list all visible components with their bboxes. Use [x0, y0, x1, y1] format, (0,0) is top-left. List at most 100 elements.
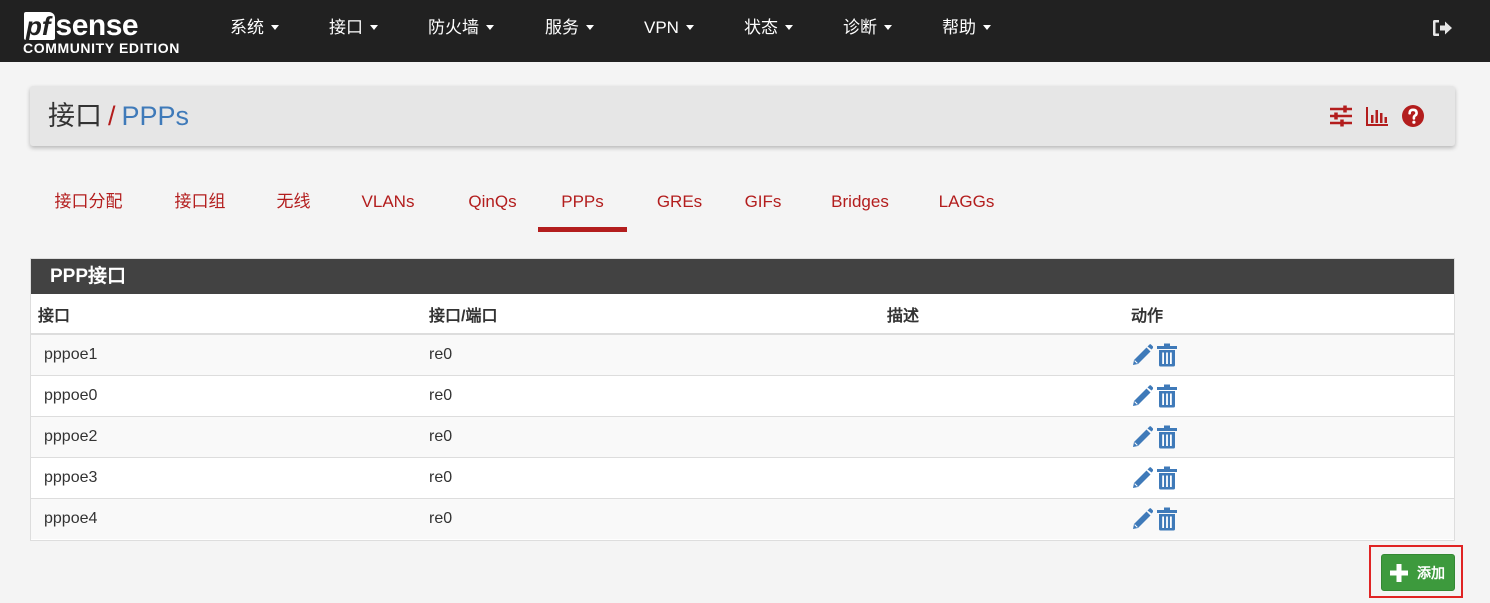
port-cell: re0 [429, 509, 453, 527]
trash-icon [1156, 343, 1178, 371]
port-cell: re0 [422, 457, 880, 499]
port-cell: re0 [422, 334, 880, 376]
caret-down-icon [271, 25, 279, 30]
table-header-row: 接口 接口/端口 描述 动作 [31, 294, 1454, 335]
description-cell [880, 375, 1124, 417]
table-row: pppoe1 re0 [31, 334, 1454, 376]
nav-menu-vpn[interactable]: VPN [644, 0, 694, 62]
add-button-label: 添加 [1417, 564, 1445, 581]
logo-sense: sense [55, 9, 139, 42]
interface-cell: pppoe3 [31, 457, 422, 499]
top-navbar: pf sense COMMUNITY EDITION 系统 接口 防火墙 服务 V… [0, 0, 1490, 62]
port-cell: re0 [422, 416, 880, 458]
tab-wireless[interactable]: 无线 [263, 170, 324, 232]
nav-menu-interfaces[interactable]: 接口 [329, 0, 378, 62]
table-row: pppoe0 re0 [31, 375, 1454, 417]
edit-button[interactable] [1131, 466, 1154, 490]
nav-menu-label: 防火墙 [428, 18, 479, 37]
tab-qinqs[interactable]: QinQs [452, 170, 533, 232]
edition-label: COMMUNITY EDITION [23, 40, 180, 56]
breadcrumb-root[interactable]: 接口 [48, 101, 102, 131]
help-icon [1402, 105, 1424, 127]
description-cell [880, 498, 1124, 539]
tab-interface-groups[interactable]: 接口组 [160, 170, 240, 232]
caret-down-icon [785, 25, 793, 30]
nav-menu-diagnostics[interactable]: 诊断 [843, 0, 892, 62]
edit-button[interactable] [1131, 384, 1154, 408]
pencil-icon [1131, 425, 1154, 453]
nav-menu-label: VPN [644, 18, 679, 37]
add-button[interactable]: 添加 [1381, 554, 1455, 591]
tab-bridges[interactable]: Bridges [815, 170, 905, 232]
nav-menu-label: 诊断 [843, 18, 877, 37]
nav-menu-firewall[interactable]: 防火墙 [428, 0, 494, 62]
interface-tabs: 接口分配 接口组 无线 VLANs QinQs PPPs GREs GIFs B… [30, 170, 1455, 234]
tab-laggs[interactable]: LAGGs [925, 170, 1008, 232]
tab-interface-assignments[interactable]: 接口分配 [40, 170, 137, 232]
help-button[interactable] [1401, 104, 1425, 128]
panel-title: PPP接口 [31, 259, 1454, 294]
nav-menu-services[interactable]: 服务 [545, 0, 594, 62]
logout-button[interactable] [1430, 16, 1454, 40]
logo-wordmark: pf sense [24, 8, 139, 42]
tab-gifs[interactable]: GIFs [733, 170, 793, 232]
trash-icon [1156, 507, 1178, 535]
delete-button[interactable] [1156, 466, 1178, 490]
actions-cell [1124, 457, 1454, 499]
table-row: pppoe2 re0 [31, 416, 1454, 458]
pencil-icon [1131, 466, 1154, 494]
breadcrumb-actions [1329, 104, 1425, 128]
actions-cell [1124, 375, 1454, 417]
tab-gres[interactable]: GREs [640, 170, 719, 232]
nav-menu-label: 帮助 [942, 18, 976, 37]
tab-ppps[interactable]: PPPs [538, 170, 627, 232]
pencil-icon [1131, 507, 1154, 535]
add-button-highlight: 添加 [1369, 545, 1463, 598]
interface-cell: pppoe0 [31, 375, 422, 417]
nav-menu-status[interactable]: 状态 [744, 0, 793, 62]
sliders-icon [1330, 105, 1352, 127]
status-shortcut-button[interactable] [1365, 104, 1389, 128]
actions-cell [1124, 334, 1454, 376]
ppp-interfaces-panel: PPP接口 接口 接口/端口 描述 动作 pppoe1 re0 pppoe0 re0 p… [30, 258, 1455, 541]
ppp-table: 接口 接口/端口 描述 动作 pppoe1 re0 pppoe0 re0 pppoe2 r… [31, 294, 1454, 539]
nav-menu-label: 服务 [545, 18, 579, 37]
column-header-interface: 接口 [31, 294, 422, 335]
delete-button[interactable] [1156, 425, 1178, 449]
nav-menu-system[interactable]: 系统 [230, 0, 279, 62]
edit-button[interactable] [1131, 507, 1154, 531]
caret-down-icon [685, 25, 694, 30]
pencil-icon [1131, 384, 1154, 412]
delete-button[interactable] [1156, 343, 1178, 367]
settings-shortcut-button[interactable] [1329, 104, 1353, 128]
sign-out-icon [1433, 20, 1452, 36]
pfsense-logo[interactable]: pf sense COMMUNITY EDITION [22, 6, 202, 58]
bar-chart-icon [1366, 107, 1388, 126]
breadcrumb-current[interactable]: PPPs [122, 101, 190, 131]
interface-cell: pppoe4 [44, 509, 98, 527]
nav-menu-help[interactable]: 帮助 [942, 0, 991, 62]
column-header-port: 接口/端口 [422, 294, 880, 335]
edit-button[interactable] [1131, 343, 1154, 367]
interface-cell: pppoe2 [31, 416, 422, 458]
caret-down-icon [370, 25, 378, 30]
breadcrumb-separator: / [108, 101, 116, 131]
actions-cell [1124, 416, 1454, 458]
tab-vlans[interactable]: VLANs [347, 170, 429, 232]
nav-menu-label: 状态 [744, 18, 778, 37]
table-row: pppoe4 re0 [31, 498, 1454, 539]
page-title: 接口 / PPPs [48, 100, 189, 132]
delete-button[interactable] [1156, 384, 1178, 408]
actions-cell [1124, 498, 1454, 539]
nav-menu-label: 系统 [230, 18, 264, 37]
description-cell [880, 416, 1124, 458]
delete-button[interactable] [1156, 507, 1178, 531]
trash-icon [1156, 425, 1178, 453]
table-row: pppoe3 re0 [31, 457, 1454, 499]
port-cell: re0 [422, 375, 880, 417]
edit-button[interactable] [1131, 425, 1154, 449]
column-header-description: 描述 [880, 294, 1124, 335]
caret-down-icon [486, 25, 494, 30]
caret-down-icon [983, 25, 991, 30]
trash-icon [1156, 466, 1178, 494]
